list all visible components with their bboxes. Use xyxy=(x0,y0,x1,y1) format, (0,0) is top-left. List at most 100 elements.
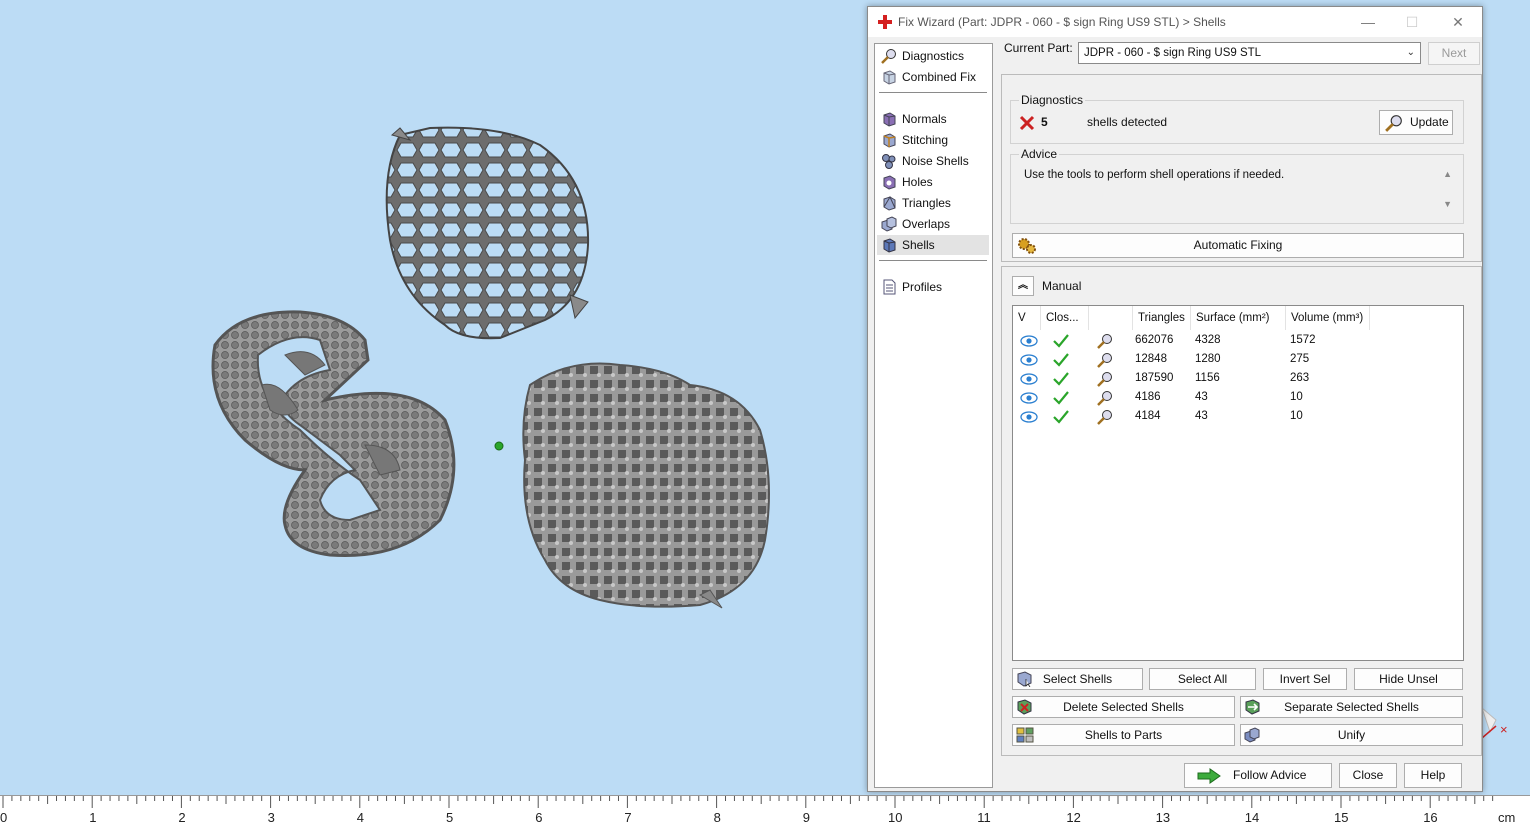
nav-item-stitching[interactable]: Stitching xyxy=(877,130,989,150)
nav-item-normals[interactable]: Normals xyxy=(877,109,989,129)
triangles-cell: 12848 xyxy=(1135,353,1167,365)
ruler: 0 1 2 3 4 5 6 7 8 9 10 11 12 13 14 15 16 cm xyxy=(0,795,1530,831)
window-title: Fix Wizard (Part: JDPR - 060 - $ sign Ri… xyxy=(898,15,1226,29)
dollar-sign-shell[interactable] xyxy=(211,310,456,558)
collapse-chevron-icon[interactable]: ︽ xyxy=(1012,276,1034,296)
magnifier-icon xyxy=(1385,115,1402,132)
ruler-unit: cm xyxy=(1498,810,1516,825)
shells-to-parts-icon xyxy=(1016,727,1034,743)
select-shells-label: Select Shells xyxy=(1042,672,1113,686)
advice-group: Advice Use the tools to perform shell op… xyxy=(1010,147,1464,224)
title-bar[interactable]: Fix Wizard (Part: JDPR - 060 - $ sign Ri… xyxy=(868,7,1482,37)
hide-unselected-button[interactable]: Hide Unsel xyxy=(1354,668,1463,690)
ruler-tick-label: 6 xyxy=(535,810,543,825)
eye-icon[interactable] xyxy=(1020,354,1038,366)
table-row[interactable]: 4184 43 10 xyxy=(1013,407,1463,426)
current-part-select[interactable]: JDPR - 060 - $ sign Ring US9 STL ⌄ xyxy=(1078,42,1421,64)
ruler-tick-label: 12 xyxy=(1066,810,1081,825)
volume-cell: 10 xyxy=(1290,410,1303,422)
magnifier-icon[interactable] xyxy=(1097,371,1113,387)
eye-icon[interactable] xyxy=(1020,411,1038,423)
nav-item-diagnostics[interactable]: Diagnostics xyxy=(877,46,989,66)
eye-icon[interactable] xyxy=(1020,373,1038,385)
ruler-tick-label: 8 xyxy=(713,810,721,825)
magnifier-icon[interactable] xyxy=(1097,390,1113,406)
nav-item-triangles[interactable]: Triangles xyxy=(877,193,989,213)
nav-separator xyxy=(879,260,987,261)
nav-item-holes[interactable]: Holes xyxy=(877,172,989,192)
nav-item-profiles[interactable]: Profiles xyxy=(877,277,989,297)
help-button[interactable]: Help xyxy=(1404,763,1462,788)
next-button[interactable]: Next xyxy=(1428,42,1480,65)
surface-cell: 1280 xyxy=(1195,353,1221,365)
nav-item-noise-shells[interactable]: Noise Shells xyxy=(877,151,989,171)
volume-cell: 263 xyxy=(1290,372,1310,384)
nav-item-shells[interactable]: Shells xyxy=(877,235,989,255)
magnifier-icon[interactable] xyxy=(1097,352,1113,368)
gears-icon xyxy=(1018,238,1036,254)
scroll-up-icon[interactable]: ▲ xyxy=(1443,169,1452,179)
surface-cell: 1156 xyxy=(1195,372,1220,384)
column-header-surface[interactable]: Surface (mm²) xyxy=(1191,306,1286,330)
follow-advice-button[interactable]: Follow Advice xyxy=(1184,763,1332,788)
column-header-closed[interactable]: Clos... xyxy=(1041,306,1089,330)
automatic-fixing-button[interactable]: Automatic Fixing xyxy=(1012,233,1464,258)
shell-table[interactable]: V Clos... Triangles Surface (mm²) Volume… xyxy=(1012,305,1464,661)
table-row[interactable]: 12848 1280 275 xyxy=(1013,350,1463,369)
eye-icon[interactable] xyxy=(1020,335,1038,347)
table-row[interactable]: 187590 1156 263 xyxy=(1013,369,1463,388)
ruler-tick-label: 15 xyxy=(1334,810,1349,825)
holes-icon xyxy=(883,175,896,190)
volume-cell: 1572 xyxy=(1290,334,1316,346)
column-header-triangles[interactable]: Triangles xyxy=(1133,306,1191,330)
nav-item-combined-fix[interactable]: Combined Fix xyxy=(877,67,989,87)
nav-label: Combined Fix xyxy=(902,70,977,84)
shell-count: 5 xyxy=(1041,115,1048,129)
maximize-button[interactable]: ☐ xyxy=(1390,7,1434,37)
unify-label: Unify xyxy=(1337,728,1366,742)
close-button[interactable]: Close xyxy=(1339,763,1397,788)
nav-item-overlaps[interactable]: Overlaps xyxy=(877,214,989,234)
shells-to-parts-label: Shells to Parts xyxy=(1084,728,1163,742)
checkmark-icon xyxy=(1053,391,1069,405)
nav-label: Profiles xyxy=(902,280,943,294)
nav-label: Triangles xyxy=(902,196,951,210)
diagnostics-group: Diagnostics 5 shells detected Update xyxy=(1010,93,1464,144)
update-button[interactable]: Update xyxy=(1379,110,1453,135)
magnifier-icon[interactable] xyxy=(1097,409,1113,425)
model-render xyxy=(211,126,770,609)
nav-label: Normals xyxy=(902,112,947,126)
table-row[interactable]: 4186 43 10 xyxy=(1013,388,1463,407)
ruler-tick-label: 1 xyxy=(89,810,97,825)
ruler-tick-label: 3 xyxy=(267,810,275,825)
overlaps-icon xyxy=(881,216,897,232)
select-all-button[interactable]: Select All xyxy=(1149,668,1256,690)
column-header-action[interactable] xyxy=(1089,306,1133,330)
close-window-button[interactable]: ✕ xyxy=(1436,7,1480,37)
invert-selection-button[interactable]: Invert Sel xyxy=(1263,668,1347,690)
column-header-volume[interactable]: Volume (mm³) xyxy=(1286,306,1370,330)
triangles-cell: 4186 xyxy=(1135,391,1161,403)
magnifier-icon[interactable] xyxy=(1097,333,1113,349)
select-shells-icon xyxy=(1017,671,1032,687)
ruler-tick-label: 9 xyxy=(802,810,811,825)
minimize-button[interactable]: — xyxy=(1346,7,1390,37)
unify-button[interactable]: Unify xyxy=(1240,724,1463,746)
hex-mesh-shell[interactable] xyxy=(385,126,590,340)
checkmark-icon xyxy=(1053,334,1069,348)
delete-selected-shells-button[interactable]: Delete Selected Shells xyxy=(1012,696,1235,718)
select-shells-button[interactable]: Select Shells xyxy=(1012,668,1143,690)
scroll-down-icon[interactable]: ▼ xyxy=(1443,199,1452,209)
column-header-visible[interactable]: V xyxy=(1013,306,1041,330)
noise-shells-icon xyxy=(882,154,896,169)
checkmark-icon xyxy=(1053,410,1069,424)
triangles-cell: 187590 xyxy=(1135,372,1174,384)
grid-ring-shell[interactable] xyxy=(522,362,770,609)
magnifier-icon xyxy=(881,49,896,64)
table-row[interactable]: 662076 4328 1572 xyxy=(1013,331,1463,350)
svg-text:×: × xyxy=(1500,722,1508,737)
nav-label: Diagnostics xyxy=(902,49,965,63)
shells-to-parts-button[interactable]: Shells to Parts xyxy=(1012,724,1235,746)
separate-selected-shells-button[interactable]: Separate Selected Shells xyxy=(1240,696,1463,718)
eye-icon[interactable] xyxy=(1020,392,1038,404)
